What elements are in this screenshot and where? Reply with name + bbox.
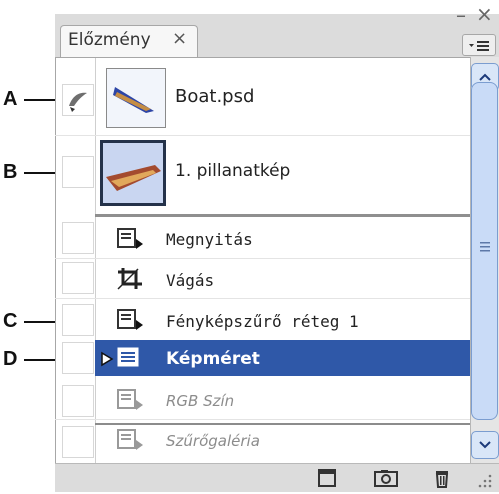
history-step-icon	[116, 428, 144, 452]
create-new-document-button[interactable]	[313, 467, 341, 489]
document-thumbnail	[106, 68, 166, 128]
snapshot-thumbnail	[100, 140, 166, 206]
history-step-selected[interactable]	[95, 340, 470, 376]
step-label-fenykepszuro: Fényképszűrő réteg 1	[166, 312, 359, 331]
row-separator	[55, 419, 470, 420]
tab-close-button[interactable]: ×	[172, 28, 187, 49]
document-label: Boat.psd	[175, 86, 255, 107]
history-source-checkbox-step[interactable]	[62, 426, 94, 458]
history-step-icon	[116, 346, 144, 370]
history-source-checkbox-step[interactable]	[62, 262, 94, 294]
crop-icon	[116, 266, 144, 290]
history-source-checkbox-step[interactable]	[62, 385, 94, 417]
history-brush-icon	[64, 86, 92, 114]
history-step-icon	[116, 308, 144, 332]
delete-trash-icon	[435, 471, 449, 488]
step-label-megnyitas: Megnyitás	[166, 230, 253, 249]
history-source-checkbox-snapshot[interactable]	[62, 156, 94, 188]
delete-step-button[interactable]	[428, 467, 456, 489]
resize-grip-icon[interactable]	[476, 472, 494, 490]
tab-history-label: Előzmény	[68, 30, 151, 50]
create-new-snapshot-icon	[374, 470, 398, 487]
callout-b: B	[3, 161, 18, 183]
column-separator	[95, 58, 96, 463]
callout-a: A	[3, 88, 18, 110]
snapshot-divider	[95, 214, 470, 217]
callout-c: C	[3, 310, 18, 332]
history-source-checkbox-step[interactable]	[62, 222, 94, 254]
step-label-vagas: Vágás	[166, 271, 215, 290]
create-new-document-icon	[318, 469, 336, 487]
current-state-slider-icon[interactable]	[99, 351, 115, 367]
step-label-szurogaleria: Szűrőgaléria	[166, 432, 260, 450]
step-label-rgb-szin: RGB Szín	[166, 392, 235, 410]
step-label-kepmeret: Képméret	[166, 349, 260, 369]
row-separator	[55, 258, 470, 259]
history-step-icon	[116, 388, 144, 412]
callout-d: D	[3, 348, 18, 370]
scroll-grip-icon	[480, 238, 490, 252]
window-close-button[interactable]: ×	[476, 4, 493, 24]
row-separator	[55, 135, 470, 136]
window-minimize-button[interactable]: –	[456, 5, 466, 25]
history-step-icon	[116, 227, 144, 251]
history-source-checkbox-step[interactable]	[62, 342, 94, 374]
panel-menu-icon	[468, 38, 492, 52]
scroll-down-button[interactable]	[471, 431, 499, 459]
row-separator	[55, 298, 470, 299]
snapshot-label: 1. pillanatkép	[175, 161, 291, 181]
history-source-checkbox-step[interactable]	[62, 304, 94, 336]
create-new-snapshot-button[interactable]	[372, 467, 400, 489]
step-divider	[95, 423, 470, 425]
